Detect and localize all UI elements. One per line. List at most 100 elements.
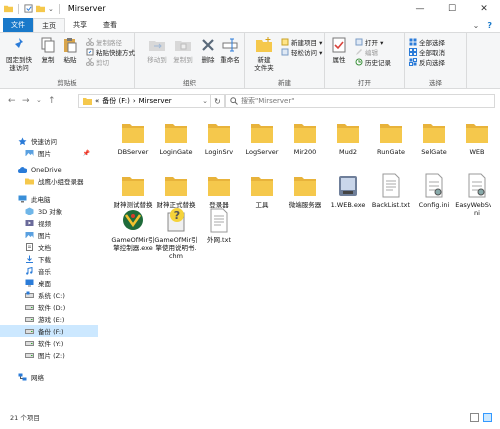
refresh-button[interactable]: ↻: [211, 94, 225, 108]
documents-icon: [26, 243, 33, 251]
nav-item[interactable]: 快速访问: [0, 135, 98, 147]
minimize-button[interactable]: —: [404, 0, 436, 17]
nav-item-label: 图片 (Z:): [38, 352, 65, 360]
file-item[interactable]: BackList.txt: [369, 172, 413, 209]
star-icon: [18, 137, 27, 145]
drive-icon: [25, 329, 34, 334]
folder-icon: [294, 177, 316, 196]
search-icon: [230, 97, 238, 105]
nav-item[interactable]: 软件 (D:): [0, 301, 98, 313]
tab-file[interactable]: 文件: [3, 18, 33, 32]
recent-locations-button[interactable]: ⌄: [36, 96, 42, 104]
tab-view[interactable]: 查看: [95, 18, 125, 32]
file-item[interactable]: 微端服务器: [283, 172, 327, 209]
path-overflow[interactable]: «: [95, 97, 99, 105]
computer-icon: [18, 195, 27, 203]
nav-item[interactable]: 桌面: [0, 277, 98, 289]
organize-group: 移动到 复制到 删除 重命名 组织: [135, 33, 245, 88]
file-item[interactable]: GameOfMir引擎控制器.exe: [111, 207, 155, 252]
file-item[interactable]: Config.ini: [412, 172, 456, 209]
copy-button[interactable]: 复制: [38, 36, 58, 64]
delete-button[interactable]: 删除: [199, 36, 217, 64]
pin-icon[interactable]: 📌: [83, 150, 90, 157]
close-button[interactable]: ✕: [468, 0, 500, 17]
history-button[interactable]: 历史记录: [355, 57, 391, 67]
select-all-button[interactable]: 全部选择: [409, 37, 445, 47]
nav-item[interactable]: 游戏 (E:): [0, 313, 98, 325]
new-folder-icon[interactable]: [36, 4, 45, 13]
file-item[interactable]: 外网.txt: [197, 207, 241, 244]
rename-button[interactable]: 重命名: [219, 36, 241, 64]
maximize-button[interactable]: ☐: [436, 0, 468, 17]
invert-selection-button[interactable]: 反向选择: [409, 57, 445, 67]
invert-selection-label: 反向选择: [419, 59, 445, 67]
file-item[interactable]: DBServer: [111, 119, 155, 156]
file-item[interactable]: 登录器: [197, 172, 241, 209]
file-item[interactable]: LoginGate: [154, 119, 198, 156]
open-button[interactable]: 打开 ▾: [355, 37, 383, 47]
pin-quick-access-button[interactable]: 固定到快 速访问: [6, 36, 32, 72]
folder-icon: [165, 177, 187, 196]
properties-icon[interactable]: [24, 4, 33, 13]
organize-group-label: 组织: [183, 79, 196, 87]
details-view-button[interactable]: [470, 413, 479, 422]
customize-toolbar-icon[interactable]: ⌄: [48, 5, 54, 13]
large-icons-view-button[interactable]: [483, 413, 492, 422]
breadcrumb-folder[interactable]: Mirserver: [139, 97, 172, 105]
nav-item[interactable]: 系统 (C:): [0, 289, 98, 301]
nav-item[interactable]: 软件 (Y:): [0, 337, 98, 349]
easy-access-button[interactable]: 轻松访问 ▾: [281, 47, 322, 57]
paste-button[interactable]: 粘贴: [60, 36, 80, 64]
file-item[interactable]: 1.WEB.exe: [326, 172, 370, 209]
game-exe-file-icon: [123, 210, 143, 230]
file-name: RunGate: [376, 148, 406, 156]
nav-item[interactable]: 3D 对象: [0, 205, 98, 217]
file-item[interactable]: 财神正式替换: [154, 172, 198, 209]
breadcrumb-separator[interactable]: ›: [133, 97, 136, 105]
nav-item[interactable]: 下载: [0, 253, 98, 265]
breadcrumb-drive[interactable]: 备份 (F:): [102, 96, 130, 106]
file-item[interactable]: LoginSrv: [197, 119, 241, 156]
tab-home[interactable]: 主页: [33, 18, 65, 32]
file-item[interactable]: SelGate: [412, 119, 456, 156]
help-icon[interactable]: ?: [487, 21, 492, 30]
title-bar: ⌄ Mirserver — ☐ ✕: [0, 0, 500, 17]
nav-item[interactable]: 图片: [0, 229, 98, 241]
file-item[interactable]: Mud2: [326, 119, 370, 156]
folder-icon: [122, 177, 144, 196]
collapse-ribbon-icon[interactable]: ⌄: [473, 21, 480, 30]
file-item[interactable]: 工具: [240, 172, 284, 209]
file-item[interactable]: ? GameOfMir引擎使用说明书.chm: [154, 207, 198, 260]
nav-item[interactable]: 文档: [0, 241, 98, 253]
file-item[interactable]: 财神测试替换: [111, 172, 155, 209]
new-folder-label: 新建 文件夹: [254, 56, 274, 72]
scrollbar[interactable]: [491, 114, 500, 405]
separator: [18, 3, 19, 14]
select-none-button[interactable]: 全部取消: [409, 47, 445, 57]
nav-item[interactable]: 此电脑: [0, 193, 98, 205]
search-input[interactable]: 搜索"Mirserver": [225, 94, 495, 108]
new-folder-button[interactable]: 新建 文件夹: [251, 36, 277, 72]
up-button[interactable]: ↑: [48, 96, 56, 106]
nav-item[interactable]: 战鹰小组登录器: [0, 175, 98, 187]
nav-item[interactable]: 视频: [0, 217, 98, 229]
nav-item[interactable]: 图片 📌: [0, 147, 98, 159]
nav-item[interactable]: 网络: [0, 371, 98, 383]
paste-shortcut-button[interactable]: 粘贴快捷方式: [86, 47, 135, 57]
nav-item[interactable]: 音乐: [0, 265, 98, 277]
back-button[interactable]: ←: [8, 96, 16, 106]
file-item[interactable]: RunGate: [369, 119, 413, 156]
file-item[interactable]: Mir200: [283, 119, 327, 156]
move-to-icon: [149, 41, 165, 51]
forward-button[interactable]: →: [22, 96, 30, 106]
address-dropdown-icon[interactable]: ⌄: [202, 97, 210, 105]
tab-share[interactable]: 共享: [65, 18, 95, 32]
file-item[interactable]: LogServer: [240, 119, 284, 156]
new-item-button[interactable]: 新建项目 ▾: [281, 37, 322, 47]
properties-button[interactable]: 属性: [329, 36, 349, 64]
move-to-label: 移动到: [147, 56, 167, 64]
nav-item[interactable]: 图片 (Z:): [0, 349, 98, 361]
nav-item[interactable]: 备份 (F:): [0, 325, 98, 337]
select-all-label: 全部选择: [419, 39, 445, 47]
address-field[interactable]: « 备份 (F:) › Mirserver ⌄: [78, 94, 211, 108]
